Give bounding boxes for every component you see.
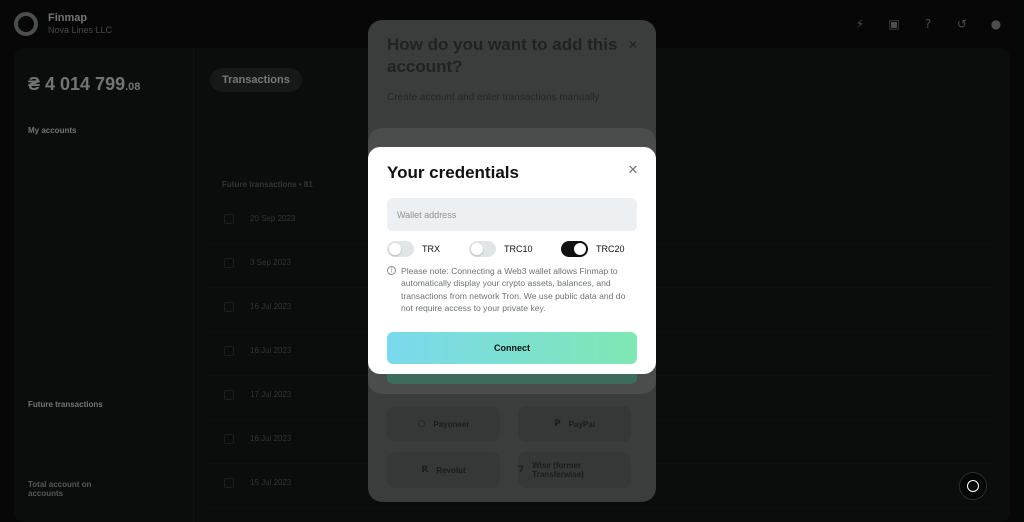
- toggle-switch[interactable]: [561, 241, 588, 257]
- provider-payoneer-button[interactable]: ○ Payoneer: [387, 406, 500, 442]
- privacy-note-text: Please note: Connecting a Web3 wallet al…: [401, 266, 626, 313]
- revolut-icon: R: [421, 465, 429, 475]
- close-icon[interactable]: ✕: [626, 164, 640, 178]
- toggle-switch[interactable]: [387, 241, 414, 257]
- chat-button[interactable]: [959, 472, 987, 500]
- modal-title: Your credentials: [387, 163, 519, 182]
- credentials-modal: Your credentials ✕ TRX TRC10 TRC20 i Ple…: [368, 147, 656, 374]
- toggle-trc10[interactable]: TRC10: [469, 241, 533, 257]
- provider-label: PayPal: [568, 419, 595, 429]
- provider-label: Wise (former Transferwise): [532, 461, 584, 479]
- add-account-subtitle: Create account and enter transactions ma…: [387, 92, 600, 103]
- info-icon: i: [387, 266, 396, 275]
- toggle-trc20[interactable]: TRC20: [561, 241, 625, 257]
- provider-paypal-button[interactable]: P PayPal: [518, 406, 631, 442]
- payoneer-icon: ○: [417, 419, 426, 429]
- chat-icon: [967, 480, 979, 492]
- toggle-label: TRX: [422, 244, 440, 254]
- connect-button[interactable]: Connect: [387, 332, 637, 364]
- network-toggles: TRX TRC10 TRC20: [387, 241, 637, 257]
- provider-revolut-button[interactable]: R Revolut: [387, 452, 500, 488]
- toggle-knob: [471, 243, 483, 255]
- toggle-trx[interactable]: TRX: [387, 241, 440, 257]
- paypal-icon: P: [554, 419, 561, 429]
- toggle-knob: [389, 243, 401, 255]
- toggle-knob: [574, 243, 586, 255]
- toggle-label: TRC10: [504, 244, 533, 254]
- provider-wise-button[interactable]: 7 Wise (former Transferwise): [518, 452, 631, 488]
- toggle-label: TRC20: [596, 244, 625, 254]
- provider-label: Revolut: [436, 465, 466, 475]
- provider-label: Payoneer: [433, 419, 470, 429]
- add-account-title: How do you want to add this account?: [387, 35, 618, 76]
- wise-icon: 7: [518, 465, 525, 475]
- wallet-address-input[interactable]: [387, 198, 637, 231]
- close-icon[interactable]: ✕: [628, 38, 638, 52]
- toggle-switch[interactable]: [469, 241, 496, 257]
